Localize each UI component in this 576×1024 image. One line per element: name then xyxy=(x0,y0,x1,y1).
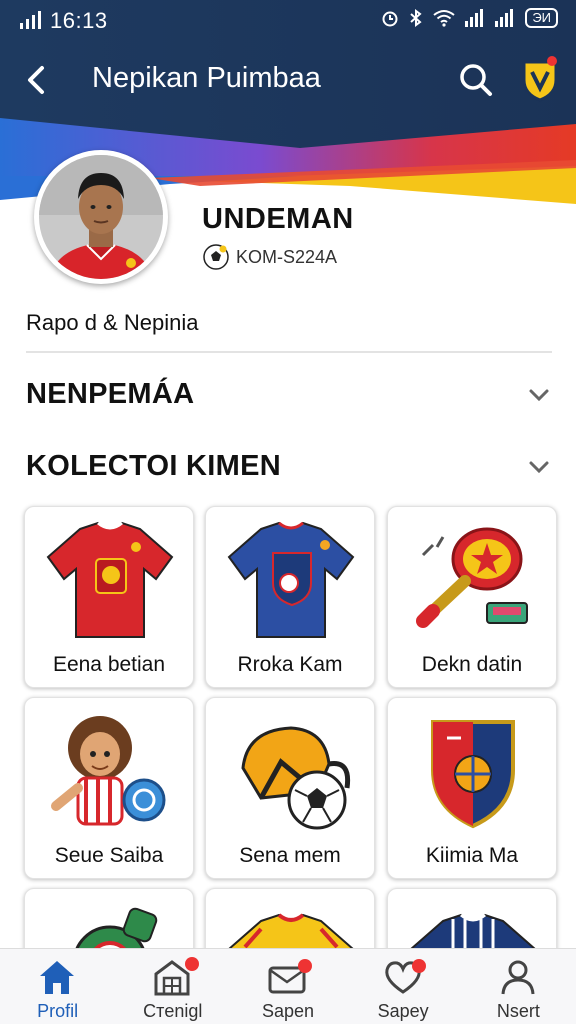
collection-item[interactable]: Kiimia Ma xyxy=(387,697,557,879)
bottom-nav: Profil Cтenigl Sapen Sapey Nsert xyxy=(0,948,576,1024)
top-app-bar: Nepikan Puimbaa xyxy=(0,56,576,106)
wifi-icon xyxy=(433,10,455,27)
page-title: Nepikan Puimbaa xyxy=(92,62,321,94)
nav-label: Nsert xyxy=(496,1001,540,1021)
helmet-ball-icon xyxy=(241,726,351,830)
status-time: 16:13 xyxy=(50,8,108,33)
signal-icon xyxy=(20,11,41,29)
collection-item[interactable]: Eena betian xyxy=(24,506,194,688)
profile-code-text: KOM-S224A xyxy=(236,246,338,267)
notification-dot xyxy=(411,959,426,973)
nav-item-shop[interactable]: Cтenigl xyxy=(115,949,230,1024)
blue-jersey-icon xyxy=(227,521,355,638)
section-title: KOLECTOI KIMEN xyxy=(26,450,282,482)
item-caption: Eena betian xyxy=(52,653,166,676)
nav-label: Sapen xyxy=(261,1001,314,1021)
status-bar: 16:13 ЭИ xyxy=(0,0,576,40)
collection-item[interactable]: Rroka Kam xyxy=(205,506,375,688)
player-portrait-icon xyxy=(39,155,163,279)
chevron-down-icon xyxy=(529,461,549,474)
battery-indicator: ЭИ xyxy=(525,8,558,28)
section-title: NENPEMÁA xyxy=(26,378,195,410)
divider xyxy=(26,351,552,353)
profile-name: UNDEMAN xyxy=(202,203,354,235)
avatar[interactable] xyxy=(34,150,168,284)
soccer-ball-icon xyxy=(203,244,229,270)
trophy-racket-icon xyxy=(416,527,528,628)
back-arrow-icon[interactable] xyxy=(20,60,56,100)
nav-item-favorites[interactable]: Sapey xyxy=(346,949,461,1024)
home-icon xyxy=(40,961,74,994)
nav-item-profil[interactable]: Profil xyxy=(0,949,115,1024)
item-caption: Seue Saiba xyxy=(54,844,164,867)
club-badge-icon[interactable] xyxy=(520,56,560,102)
alarm-icon xyxy=(382,11,398,27)
collection-item[interactable]: Dekn datin xyxy=(387,506,557,688)
collection-item[interactable]: Sena mem xyxy=(205,697,375,879)
section-nenpemaa[interactable]: NENPEMÁA xyxy=(26,374,552,414)
nav-label: Cтenigl xyxy=(143,1001,203,1021)
profile-code: KOM-S224A xyxy=(202,243,337,271)
cell-signal-icon xyxy=(465,9,484,27)
notification-dot xyxy=(185,957,200,971)
item-caption: Sena mem xyxy=(239,844,341,867)
chevron-down-icon xyxy=(529,389,549,402)
nav-item-user[interactable]: Nsert xyxy=(461,949,576,1024)
club-shield-icon xyxy=(431,720,515,829)
nav-item-mail[interactable]: Sapen xyxy=(230,949,345,1024)
section-kolectoi-kimen[interactable]: KOLECTOI KIMEN xyxy=(26,446,552,486)
search-icon[interactable] xyxy=(456,60,496,100)
nav-label: Profil xyxy=(37,1001,79,1021)
item-caption: Kiimia Ma xyxy=(425,844,519,867)
item-caption: Rroka Kam xyxy=(237,653,343,676)
profile-bio: Rapo d & Nepinia xyxy=(26,310,199,335)
mascot-figure-icon xyxy=(51,716,166,826)
red-jersey-icon xyxy=(46,521,174,638)
collection-item[interactable]: Seue Saiba xyxy=(24,697,194,879)
item-caption: Dekn datin xyxy=(421,653,523,676)
nav-label: Sapey xyxy=(377,1001,429,1021)
user-icon xyxy=(501,960,535,995)
cell-signal-2-icon xyxy=(495,9,514,27)
notification-dot xyxy=(298,959,313,973)
bluetooth-icon xyxy=(410,9,422,27)
